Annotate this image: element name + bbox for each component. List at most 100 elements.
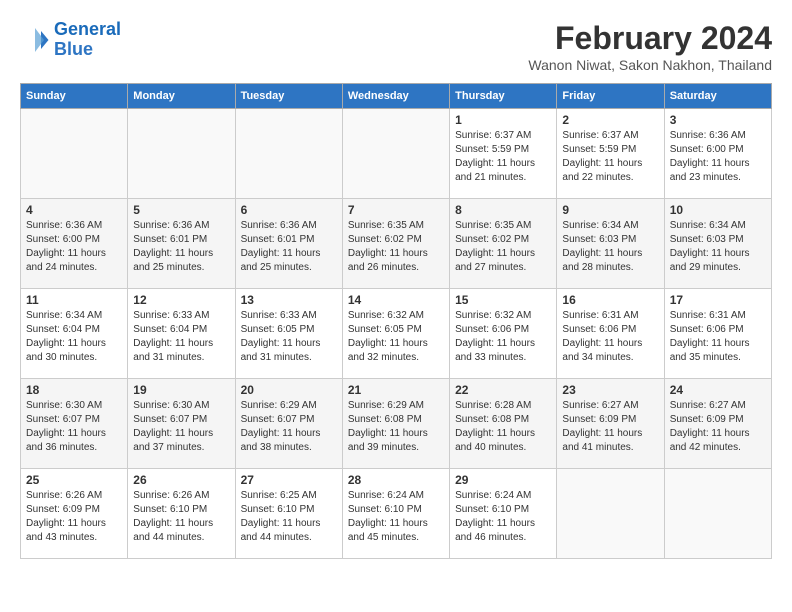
day-number: 16 bbox=[562, 293, 658, 307]
day-info-line: Sunrise: 6:37 AM bbox=[562, 130, 638, 141]
day-info-line: Sunrise: 6:34 AM bbox=[562, 220, 638, 231]
day-info-line: Sunrise: 6:36 AM bbox=[241, 220, 317, 231]
day-info-line: and 34 minutes. bbox=[562, 352, 633, 363]
day-number: 28 bbox=[348, 473, 444, 487]
calendar-cell bbox=[21, 109, 128, 199]
day-info-line: and 40 minutes. bbox=[455, 442, 526, 453]
col-header-thursday: Thursday bbox=[450, 84, 557, 109]
day-info-line: and 22 minutes. bbox=[562, 172, 633, 183]
day-info-line: and 42 minutes. bbox=[670, 442, 741, 453]
calendar-cell: 15Sunrise: 6:32 AMSunset: 6:06 PMDayligh… bbox=[450, 289, 557, 379]
logo-line1: General bbox=[54, 19, 121, 39]
day-info-line: Daylight: 11 hours bbox=[26, 518, 106, 529]
calendar-cell: 7 Sunrise: 6:35 AMSunset: 6:02 PMDaylight… bbox=[342, 199, 449, 289]
day-info-line: Sunset: 6:01 PM bbox=[133, 234, 207, 245]
calendar-cell: 1Sunrise: 6:37 AMSunset: 5:59 PMDaylight… bbox=[450, 109, 557, 199]
day-info-line: Daylight: 11 hours bbox=[348, 428, 428, 439]
day-info-line: Sunset: 6:03 PM bbox=[670, 234, 744, 245]
day-info-line: Daylight: 11 hours bbox=[670, 428, 750, 439]
col-header-tuesday: Tuesday bbox=[235, 84, 342, 109]
day-info: Sunrise: 6:36 AMSunset: 6:01 PMDaylight:… bbox=[241, 219, 337, 275]
day-info-line: and 25 minutes. bbox=[241, 262, 312, 273]
col-header-saturday: Saturday bbox=[664, 84, 771, 109]
calendar-cell: 12Sunrise: 6:33 AMSunset: 6:04 PMDayligh… bbox=[128, 289, 235, 379]
day-info-line: Sunset: 6:02 PM bbox=[455, 234, 529, 245]
calendar-cell: 26Sunrise: 6:26 AMSunset: 6:10 PMDayligh… bbox=[128, 469, 235, 559]
day-number: 22 bbox=[455, 383, 551, 397]
day-number: 9 bbox=[562, 203, 658, 217]
day-info-line: Sunrise: 6:36 AM bbox=[26, 220, 102, 231]
day-info-line: and 32 minutes. bbox=[348, 352, 419, 363]
day-info-line: Daylight: 11 hours bbox=[241, 338, 321, 349]
day-info-line: Sunset: 6:07 PM bbox=[133, 414, 207, 425]
col-header-wednesday: Wednesday bbox=[342, 84, 449, 109]
day-info: Sunrise: 6:24 AMSunset: 6:10 PMDaylight:… bbox=[455, 489, 551, 545]
calendar-cell: 4Sunrise: 6:36 AMSunset: 6:00 PMDaylight… bbox=[21, 199, 128, 289]
day-info-line: Sunrise: 6:33 AM bbox=[133, 310, 209, 321]
day-number: 15 bbox=[455, 293, 551, 307]
calendar-table: SundayMondayTuesdayWednesdayThursdayFrid… bbox=[20, 83, 772, 559]
day-info-line: Sunset: 6:10 PM bbox=[348, 504, 422, 515]
day-info-line: Sunrise: 6:30 AM bbox=[26, 400, 102, 411]
day-info-line: Sunset: 6:08 PM bbox=[455, 414, 529, 425]
day-info-line: Daylight: 11 hours bbox=[26, 338, 106, 349]
day-info-line: and 41 minutes. bbox=[562, 442, 633, 453]
calendar-cell: 29Sunrise: 6:24 AMSunset: 6:10 PMDayligh… bbox=[450, 469, 557, 559]
day-info-line: Sunset: 6:09 PM bbox=[562, 414, 636, 425]
day-info-line: Sunrise: 6:33 AM bbox=[241, 310, 317, 321]
calendar-cell bbox=[235, 109, 342, 199]
day-info: Sunrise: 6:34 AMSunset: 6:03 PMDaylight:… bbox=[670, 219, 766, 275]
calendar-cell: 6 Sunrise: 6:36 AMSunset: 6:01 PMDaylight… bbox=[235, 199, 342, 289]
calendar-cell bbox=[557, 469, 664, 559]
day-info-line: Sunset: 6:04 PM bbox=[26, 324, 100, 335]
day-info: Sunrise: 6:35 AMSunset: 6:02 PMDaylight:… bbox=[455, 219, 551, 275]
day-info-line: Sunrise: 6:24 AM bbox=[348, 490, 424, 501]
day-info: Sunrise: 6:35 AMSunset: 6:02 PMDaylight:… bbox=[348, 219, 444, 275]
calendar-cell bbox=[342, 109, 449, 199]
day-info-line: Sunrise: 6:34 AM bbox=[670, 220, 746, 231]
day-number: 11 bbox=[26, 293, 122, 307]
day-info-line: and 33 minutes. bbox=[455, 352, 526, 363]
calendar-cell: 11Sunrise: 6:34 AMSunset: 6:04 PMDayligh… bbox=[21, 289, 128, 379]
day-info-line: and 28 minutes. bbox=[562, 262, 633, 273]
day-info-line: and 43 minutes. bbox=[26, 532, 97, 543]
day-info-line: Sunrise: 6:32 AM bbox=[455, 310, 531, 321]
day-info: Sunrise: 6:29 AMSunset: 6:07 PMDaylight:… bbox=[241, 399, 337, 455]
day-number: 7 bbox=[348, 203, 444, 217]
day-number: 6 bbox=[241, 203, 337, 217]
calendar-cell: 20Sunrise: 6:29 AMSunset: 6:07 PMDayligh… bbox=[235, 379, 342, 469]
title-section: February 2024 Wanon Niwat, Sakon Nakhon,… bbox=[528, 20, 772, 73]
day-info-line: Sunset: 6:10 PM bbox=[455, 504, 529, 515]
day-info-line: Daylight: 11 hours bbox=[26, 428, 106, 439]
logo: General Blue bbox=[20, 20, 121, 60]
day-info-line: Sunrise: 6:36 AM bbox=[670, 130, 746, 141]
day-info-line: Daylight: 11 hours bbox=[348, 518, 428, 529]
logo-line2: Blue bbox=[54, 39, 93, 59]
day-info-line: and 30 minutes. bbox=[26, 352, 97, 363]
day-info-line: and 26 minutes. bbox=[348, 262, 419, 273]
day-info-line: Sunset: 6:05 PM bbox=[348, 324, 422, 335]
day-info: Sunrise: 6:36 AMSunset: 6:01 PMDaylight:… bbox=[133, 219, 229, 275]
day-info-line: Sunset: 6:06 PM bbox=[562, 324, 636, 335]
day-info-line: and 21 minutes. bbox=[455, 172, 526, 183]
day-info-line: and 27 minutes. bbox=[455, 262, 526, 273]
header-row: SundayMondayTuesdayWednesdayThursdayFrid… bbox=[21, 84, 772, 109]
day-info-line: Daylight: 11 hours bbox=[348, 338, 428, 349]
day-number: 4 bbox=[26, 203, 122, 217]
logo-icon bbox=[20, 25, 50, 55]
day-info-line: Sunrise: 6:31 AM bbox=[562, 310, 638, 321]
day-info-line: Sunrise: 6:36 AM bbox=[133, 220, 209, 231]
calendar-cell: 5Sunrise: 6:36 AMSunset: 6:01 PMDaylight… bbox=[128, 199, 235, 289]
day-info: Sunrise: 6:28 AMSunset: 6:08 PMDaylight:… bbox=[455, 399, 551, 455]
day-number: 3 bbox=[670, 113, 766, 127]
day-info-line: Sunrise: 6:37 AM bbox=[455, 130, 531, 141]
day-info: Sunrise: 6:33 AMSunset: 6:04 PMDaylight:… bbox=[133, 309, 229, 365]
logo-text: General Blue bbox=[54, 20, 121, 60]
day-number: 8 bbox=[455, 203, 551, 217]
day-info: Sunrise: 6:26 AMSunset: 6:09 PMDaylight:… bbox=[26, 489, 122, 545]
day-info: Sunrise: 6:32 AMSunset: 6:05 PMDaylight:… bbox=[348, 309, 444, 365]
day-number: 23 bbox=[562, 383, 658, 397]
day-info-line: Sunrise: 6:28 AM bbox=[455, 400, 531, 411]
page-header: General Blue February 2024 Wanon Niwat, … bbox=[20, 20, 772, 73]
day-info-line: Sunset: 6:09 PM bbox=[670, 414, 744, 425]
